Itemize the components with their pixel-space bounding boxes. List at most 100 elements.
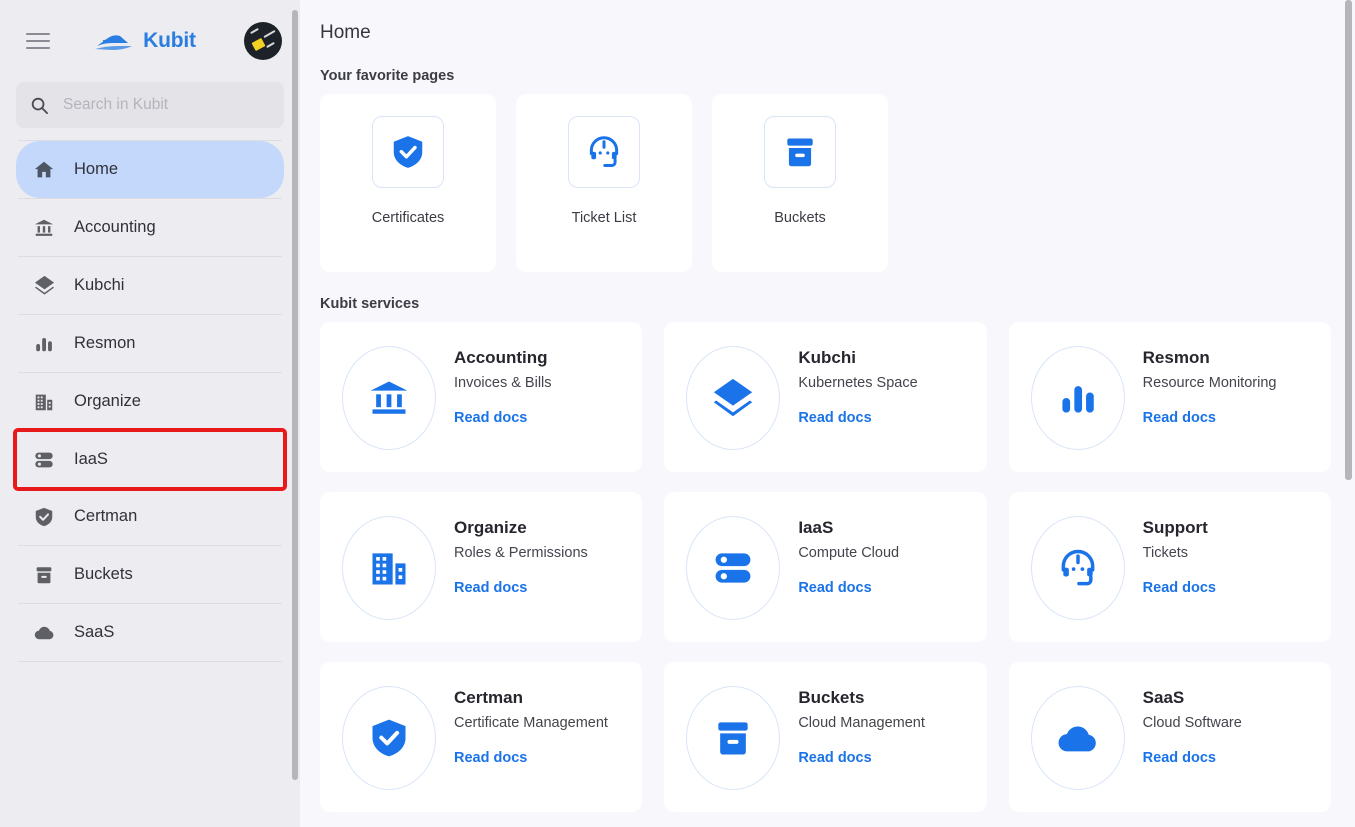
favorite-card-label: Buckets — [774, 210, 826, 226]
main-content: Home Your favorite pages Certificates Ti… — [300, 0, 1355, 827]
cloud-icon — [1030, 686, 1125, 790]
bar-chart-icon — [1030, 346, 1125, 450]
service-subtitle: Roles & Permissions — [454, 545, 588, 561]
service-card-resmon[interactable]: Resmon Resource Monitoring Read docs — [1008, 322, 1331, 472]
sidebar-item-label: Home — [74, 160, 119, 179]
sidebar-item-label: Kubchi — [74, 276, 125, 295]
sidebar-item-label: Certman — [74, 507, 138, 526]
layers-icon — [32, 274, 56, 298]
archive-icon — [686, 686, 781, 790]
services-grid: Accounting Invoices & Bills Read docs Ku… — [320, 322, 1331, 812]
read-docs-link[interactable]: Read docs — [798, 580, 899, 596]
read-docs-link[interactable]: Read docs — [1143, 410, 1277, 426]
layers-icon — [686, 346, 781, 450]
sidebar-item-label: Organize — [74, 392, 141, 411]
bank-icon — [342, 346, 436, 450]
sidebar-header: Kubit — [0, 0, 300, 82]
sidebar-item-label: Resmon — [74, 334, 136, 353]
service-title: Support — [1142, 518, 1208, 537]
service-card-certman[interactable]: Certman Certificate Management Read docs — [320, 662, 643, 812]
archive-icon — [764, 116, 836, 188]
service-title: Resmon — [1142, 348, 1210, 367]
speedboat-icon — [94, 30, 136, 52]
service-card-organize[interactable]: Organize Roles & Permissions Read docs — [320, 492, 643, 642]
read-docs-link[interactable]: Read docs — [454, 750, 608, 766]
favorite-card-label: Certificates — [371, 210, 445, 226]
service-subtitle: Certificate Management — [454, 715, 608, 731]
search-icon — [30, 96, 49, 115]
sidebar-item-home[interactable]: Home — [16, 141, 284, 198]
app-root: Kubit Search in Kubit Home Accounting Ku… — [0, 0, 1355, 827]
home-icon — [32, 158, 56, 182]
service-title: IaaS — [798, 518, 834, 537]
server-icon — [32, 448, 56, 472]
sidebar-item-label: IaaS — [74, 450, 108, 469]
favorite-card-buckets[interactable]: Buckets — [712, 94, 888, 272]
headset-icon — [1030, 516, 1125, 620]
sidebar-item-kubchi[interactable]: Kubchi — [16, 257, 284, 314]
service-title: SaaS — [1142, 688, 1185, 707]
sidebar-item-organize[interactable]: Organize — [16, 373, 284, 430]
favorites-row: Certificates Ticket List Buckets — [320, 94, 1331, 272]
sidebar-item-resmon[interactable]: Resmon — [16, 315, 284, 372]
sidebar-item-buckets[interactable]: Buckets — [16, 546, 284, 603]
service-subtitle: Invoices & Bills — [454, 375, 552, 391]
brand[interactable]: Kubit — [56, 29, 234, 53]
favorite-card-certificates[interactable]: Certificates — [320, 94, 496, 272]
service-subtitle: Kubernetes Space — [798, 375, 918, 391]
building-icon — [342, 516, 436, 620]
sidebar-nav: Home Accounting Kubchi Resmon Organize I… — [0, 140, 300, 662]
read-docs-link[interactable]: Read docs — [798, 750, 925, 766]
read-docs-link[interactable]: Read docs — [1143, 750, 1242, 766]
archive-icon — [32, 563, 56, 587]
sidebar-item-saas[interactable]: SaaS — [16, 604, 284, 661]
favorite-card-label: Ticket List — [571, 210, 637, 226]
read-docs-link[interactable]: Read docs — [798, 410, 917, 426]
read-docs-link[interactable]: Read docs — [454, 410, 552, 426]
service-subtitle: Cloud Management — [798, 715, 925, 731]
sidebar-item-label: Buckets — [74, 565, 133, 584]
service-subtitle: Cloud Software — [1142, 715, 1242, 731]
brand-name: Kubit — [143, 29, 196, 52]
service-title: Buckets — [798, 688, 865, 707]
service-subtitle: Tickets — [1142, 545, 1189, 561]
building-icon — [32, 390, 56, 414]
hamburger-icon[interactable] — [26, 28, 52, 54]
page-title: Home — [320, 22, 371, 43]
sidebar-item-certman[interactable]: Certman — [16, 488, 284, 545]
service-subtitle: Compute Cloud — [798, 545, 900, 561]
sidebar-item-iaas[interactable]: IaaS — [13, 428, 287, 491]
search-input[interactable] — [16, 82, 284, 128]
shield-check-icon — [342, 686, 436, 790]
favorite-card-ticket-list[interactable]: Ticket List — [516, 94, 692, 272]
sidebar-scrollbar[interactable] — [292, 10, 298, 780]
service-title: Certman — [454, 688, 523, 707]
bar-chart-icon — [32, 332, 56, 356]
service-title: Accounting — [454, 348, 548, 367]
service-title: Organize — [454, 518, 527, 537]
service-card-kubchi[interactable]: Kubchi Kubernetes Space Read docs — [664, 322, 987, 472]
main-scrollbar[interactable] — [1345, 0, 1352, 480]
bank-icon — [32, 216, 56, 240]
read-docs-link[interactable]: Read docs — [1143, 580, 1216, 596]
sidebar-item-accounting[interactable]: Accounting — [16, 199, 284, 256]
search-field[interactable] — [63, 96, 270, 114]
shield-check-icon — [372, 116, 444, 188]
read-docs-link[interactable]: Read docs — [454, 580, 588, 596]
service-card-accounting[interactable]: Accounting Invoices & Bills Read docs — [320, 322, 643, 472]
divider — [18, 661, 282, 662]
sidebar: Kubit Search in Kubit Home Accounting Ku… — [0, 0, 300, 827]
services-label: Kubit services — [320, 296, 420, 312]
cloud-icon — [32, 621, 56, 645]
service-title: Kubchi — [798, 348, 856, 367]
service-card-support[interactable]: Support Tickets Read docs — [1008, 492, 1331, 642]
service-card-buckets[interactable]: Buckets Cloud Management Read docs — [664, 662, 987, 812]
service-subtitle: Resource Monitoring — [1142, 375, 1277, 391]
headset-icon — [568, 116, 640, 188]
sidebar-item-label: SaaS — [74, 623, 115, 642]
avatar[interactable] — [244, 22, 282, 60]
shield-check-icon — [32, 505, 56, 529]
server-icon — [686, 516, 781, 620]
service-card-iaas[interactable]: IaaS Compute Cloud Read docs — [664, 492, 987, 642]
service-card-saas[interactable]: SaaS Cloud Software Read docs — [1008, 662, 1331, 812]
